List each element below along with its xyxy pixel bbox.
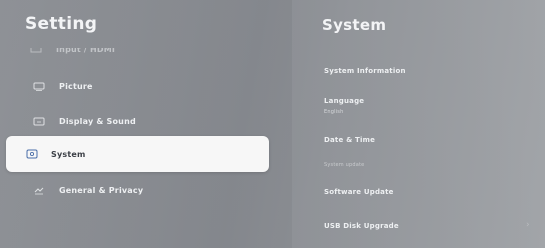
menu-item-label: Display & Sound — [59, 116, 136, 126]
menu-item-general-privacy[interactable]: General & Privacy — [33, 183, 143, 197]
language-value: English — [324, 109, 344, 115]
software-update-item[interactable]: Software Update — [324, 188, 394, 196]
menu-item-label: System — [51, 149, 86, 159]
general-privacy-icon — [33, 186, 45, 195]
section-title: System — [322, 16, 387, 34]
page-title: Setting — [25, 14, 98, 34]
picture-icon — [33, 82, 45, 91]
menu-item-display-sound[interactable]: Display & Sound — [33, 114, 136, 128]
system-information-item[interactable]: System Information — [324, 67, 406, 75]
usb-disk-upgrade-item[interactable]: USB Disk Upgrade — [324, 222, 399, 230]
system-icon — [26, 149, 38, 159]
menu-item-label: General & Privacy — [59, 185, 144, 195]
menu-item-label: Picture — [59, 81, 93, 91]
system-options-panel — [292, 0, 545, 248]
language-item[interactable]: Language — [324, 97, 364, 105]
date-time-item[interactable]: Date & Time — [324, 136, 375, 144]
chevron-right-icon: › — [526, 220, 530, 230]
system-update-item[interactable]: System update — [324, 162, 364, 168]
menu-item-picture[interactable]: Picture — [33, 79, 93, 93]
display-sound-icon — [33, 117, 45, 126]
menu-item-system[interactable]: System — [6, 136, 269, 172]
